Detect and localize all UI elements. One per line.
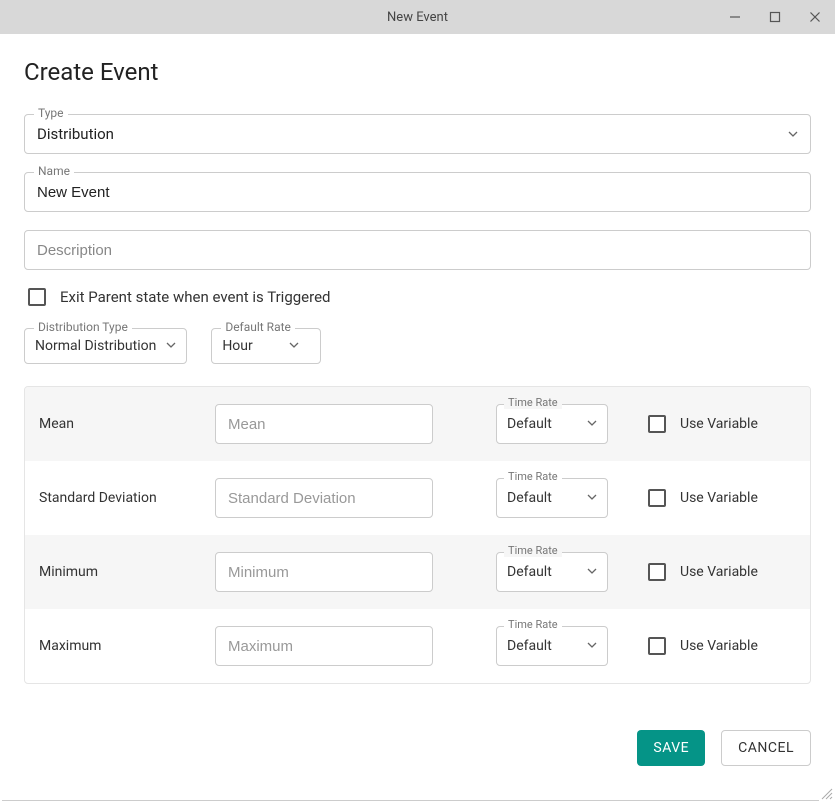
use-variable-label: Use Variable: [680, 564, 758, 580]
param-input-maximum[interactable]: [215, 626, 433, 666]
footer: SAVE CANCEL: [24, 730, 811, 766]
maximize-icon: [769, 11, 781, 23]
use-variable-checkbox-stddev[interactable]: [648, 489, 666, 507]
time-rate-value: Default: [507, 638, 552, 654]
param-row-stddev: Standard Deviation Time Rate Default Use…: [25, 461, 810, 535]
time-rate-label: Time Rate: [504, 618, 562, 631]
type-select[interactable]: Distribution: [24, 114, 811, 154]
params-table: Mean Time Rate Default Use Variable Stan…: [24, 386, 811, 684]
save-button[interactable]: SAVE: [637, 730, 705, 766]
content: Create Event Type Distribution Name Exit…: [0, 34, 835, 790]
param-row-minimum: Minimum Time Rate Default Use Variable: [25, 535, 810, 609]
use-variable-maximum: Use Variable: [648, 637, 798, 655]
description-field: [24, 230, 811, 270]
close-button[interactable]: [795, 0, 835, 34]
window-title: New Event: [387, 10, 448, 25]
param-row-maximum: Maximum Time Rate Default Use Variable: [25, 609, 810, 683]
resize-handle[interactable]: [819, 786, 833, 800]
chevron-down-icon: [289, 338, 299, 354]
bottom-divider: [2, 800, 819, 801]
time-rate-field-maximum: Time Rate Default: [496, 626, 608, 666]
time-rate-select-stddev[interactable]: Default: [496, 478, 608, 518]
time-rate-select-minimum[interactable]: Default: [496, 552, 608, 592]
type-label: Type: [34, 106, 68, 120]
param-input-stddev[interactable]: [215, 478, 433, 518]
time-rate-label: Time Rate: [504, 470, 562, 483]
time-rate-label: Time Rate: [504, 396, 562, 409]
chevron-down-icon: [166, 338, 176, 354]
description-input[interactable]: [24, 230, 811, 270]
default-rate-label: Default Rate: [221, 320, 295, 334]
dist-rate-group: Distribution Type Normal Distribution De…: [24, 328, 811, 364]
titlebar: New Event: [0, 0, 835, 34]
page-title: Create Event: [24, 58, 811, 86]
type-value: Distribution: [37, 125, 114, 143]
param-label-maximum: Maximum: [37, 638, 205, 654]
window-controls: [715, 0, 835, 34]
param-label-minimum: Minimum: [37, 564, 205, 580]
maximize-button[interactable]: [755, 0, 795, 34]
time-rate-field-minimum: Time Rate Default: [496, 552, 608, 592]
use-variable-checkbox-maximum[interactable]: [648, 637, 666, 655]
default-rate-value: Hour: [222, 338, 252, 354]
name-label: Name: [34, 164, 74, 178]
name-field: Name: [24, 172, 811, 212]
time-rate-value: Default: [507, 564, 552, 580]
cancel-button[interactable]: CANCEL: [721, 730, 811, 766]
time-rate-label: Time Rate: [504, 544, 562, 557]
type-field: Type Distribution: [24, 114, 811, 154]
param-input-mean[interactable]: [215, 404, 433, 444]
minimize-button[interactable]: [715, 0, 755, 34]
time-rate-select-mean[interactable]: Default: [496, 404, 608, 444]
use-variable-label: Use Variable: [680, 490, 758, 506]
minimize-icon: [729, 11, 741, 23]
chevron-down-icon: [587, 416, 597, 432]
time-rate-select-maximum[interactable]: Default: [496, 626, 608, 666]
dist-type-label: Distribution Type: [34, 320, 132, 334]
dist-type-value: Normal Distribution: [35, 338, 156, 354]
use-variable-minimum: Use Variable: [648, 563, 798, 581]
time-rate-field-stddev: Time Rate Default: [496, 478, 608, 518]
default-rate-field: Default Rate Hour: [211, 328, 321, 364]
use-variable-stddev: Use Variable: [648, 489, 798, 507]
exit-parent-label: Exit Parent state when event is Triggere…: [60, 288, 330, 306]
use-variable-label: Use Variable: [680, 416, 758, 432]
chevron-down-icon: [587, 490, 597, 506]
param-input-minimum[interactable]: [215, 552, 433, 592]
name-input[interactable]: [24, 172, 811, 212]
close-icon: [809, 11, 821, 23]
time-rate-value: Default: [507, 490, 552, 506]
chevron-down-icon: [788, 125, 798, 143]
chevron-down-icon: [587, 564, 597, 580]
exit-parent-row: Exit Parent state when event is Triggere…: [24, 288, 811, 306]
resize-icon: [819, 786, 833, 800]
param-row-mean: Mean Time Rate Default Use Variable: [25, 387, 810, 461]
time-rate-field-mean: Time Rate Default: [496, 404, 608, 444]
use-variable-mean: Use Variable: [648, 415, 798, 433]
param-label-stddev: Standard Deviation: [37, 490, 205, 506]
use-variable-checkbox-mean[interactable]: [648, 415, 666, 433]
chevron-down-icon: [587, 638, 597, 654]
use-variable-checkbox-minimum[interactable]: [648, 563, 666, 581]
param-label-mean: Mean: [37, 416, 205, 432]
use-variable-label: Use Variable: [680, 638, 758, 654]
dist-type-field: Distribution Type Normal Distribution: [24, 328, 187, 364]
time-rate-value: Default: [507, 416, 552, 432]
exit-parent-checkbox[interactable]: [28, 288, 46, 306]
